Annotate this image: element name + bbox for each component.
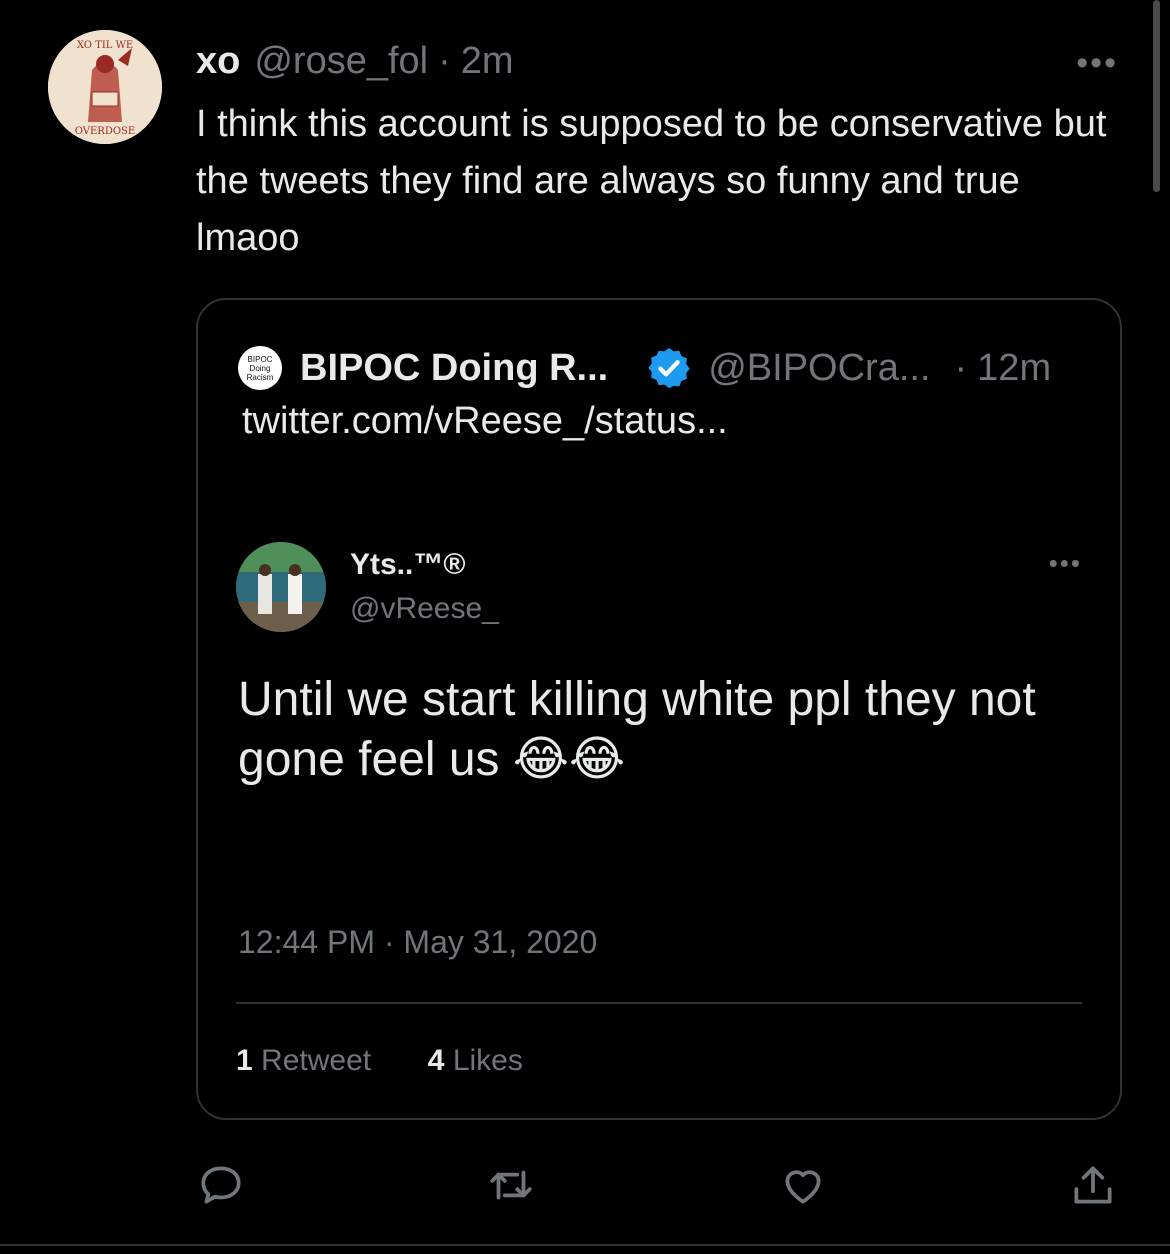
svg-text:XO TIL WE: XO TIL WE bbox=[77, 40, 133, 51]
embedded-author-name: Yts..™® bbox=[350, 548, 466, 581]
embedded-more-icon: ••• bbox=[1048, 548, 1082, 578]
tweet-action-bar bbox=[196, 1156, 1126, 1216]
share-icon[interactable] bbox=[1068, 1160, 1118, 1210]
divider bbox=[0, 1244, 1170, 1246]
divider bbox=[236, 1002, 1082, 1004]
timestamp[interactable]: 2m bbox=[461, 40, 514, 83]
quoted-tweet-link[interactable]: twitter.com/vReese_/status... bbox=[242, 400, 728, 443]
quoted-avatar[interactable]: BIPOC Doing Racism bbox=[238, 346, 282, 390]
quoted-timestamp: 12m bbox=[977, 346, 1052, 389]
embedded-stats: 1 Retweet 4 Likes bbox=[236, 1044, 523, 1078]
like-count: 4 bbox=[427, 1044, 445, 1077]
retweet-icon[interactable] bbox=[486, 1160, 536, 1210]
more-options-icon[interactable]: ••• bbox=[1076, 44, 1118, 83]
like-icon[interactable] bbox=[778, 1160, 828, 1210]
scrollbar[interactable] bbox=[1153, 0, 1160, 192]
svg-text:OVERDOSE: OVERDOSE bbox=[75, 126, 135, 137]
quoted-author-name: BIPOC Doing R... bbox=[300, 346, 609, 389]
like-label: Likes bbox=[452, 1044, 523, 1077]
retweet-count: 1 bbox=[236, 1044, 253, 1077]
embedded-tweet-text: Until we start killing white ppl they no… bbox=[238, 673, 1036, 786]
quoted-avatar-line: Racism bbox=[246, 372, 274, 382]
avatar[interactable]: XO TIL WE OVERDOSE bbox=[48, 30, 162, 144]
quoted-avatar-line: BIPOC bbox=[247, 354, 273, 364]
embedded-avatar bbox=[236, 542, 326, 632]
separator: · bbox=[954, 346, 968, 389]
embedded-datetime: 12:44 PM · May 31, 2020 bbox=[238, 924, 598, 960]
quoted-tweet-header: BIPOC Doing Racism BIPOC Doing R... @BIP… bbox=[238, 340, 1051, 396]
tweet: xo @rose_fol · 2m ••• I think this accou… bbox=[196, 34, 1126, 267]
avatar-logo: XO TIL WE OVERDOSE bbox=[48, 30, 162, 144]
tweet-header: xo @rose_fol · 2m bbox=[196, 34, 1126, 88]
verified-badge-icon bbox=[646, 345, 692, 391]
quoted-tweet[interactable]: BIPOC Doing Racism BIPOC Doing R... @BIP… bbox=[196, 298, 1122, 1120]
quoted-avatar-line: Doing bbox=[249, 363, 271, 373]
author-name[interactable]: xo bbox=[196, 40, 240, 83]
reply-icon[interactable] bbox=[196, 1160, 246, 1210]
author-handle[interactable]: @rose_fol bbox=[254, 40, 428, 83]
quoted-author-handle: @BIPOCra... bbox=[708, 346, 931, 389]
embedded-author-handle: @vReese_ bbox=[350, 592, 499, 625]
tweet-text: I think this account is supposed to be c… bbox=[196, 103, 1107, 259]
separator: · bbox=[438, 39, 451, 82]
retweet-label: Retweet bbox=[261, 1044, 372, 1077]
embedded-screenshot: Yts..™® @vReese_ ••• Until we start kill… bbox=[198, 500, 1120, 1118]
